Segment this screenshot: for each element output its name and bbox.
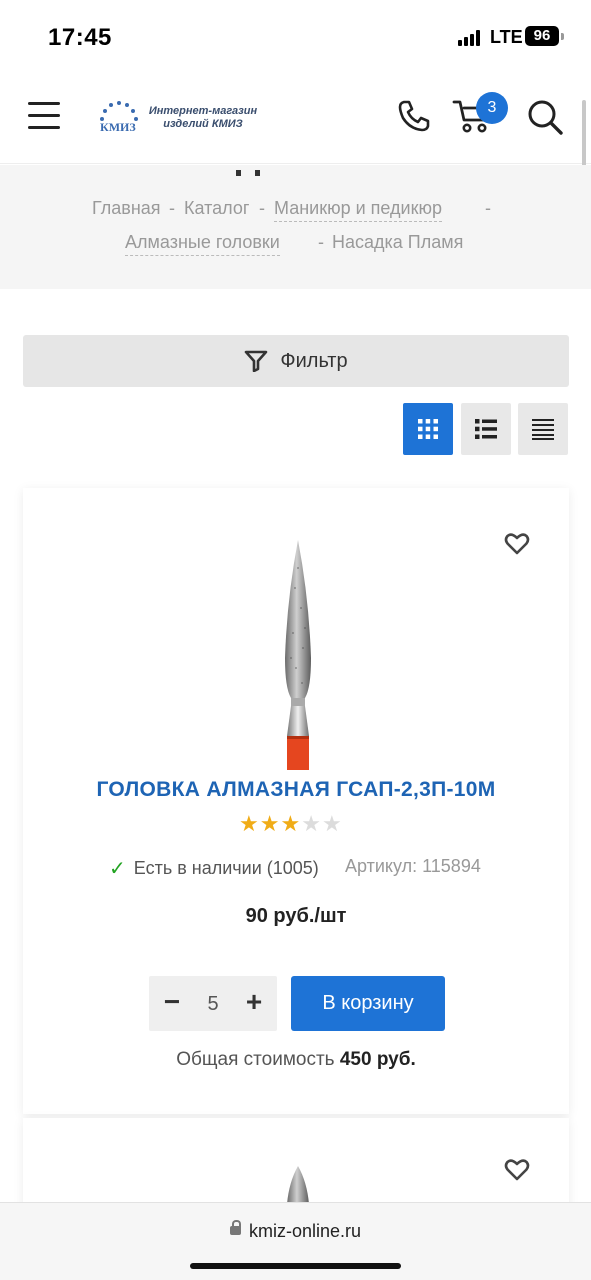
compact-view-icon — [532, 419, 554, 440]
search-icon[interactable] — [526, 98, 564, 136]
sku-text: Артикул: 115894 — [345, 856, 481, 876]
breadcrumb-separator: - — [169, 198, 175, 218]
breadcrumb-item-current: Насадка Пламя — [332, 232, 464, 252]
favorite-heart-icon[interactable] — [504, 1158, 530, 1182]
logo-abbr: КМИЗ — [100, 120, 136, 134]
list-view-icon — [475, 419, 497, 439]
status-bar: 17:45 LTE 96 — [0, 0, 591, 74]
star-icon: ★ — [280, 811, 301, 836]
quantity-increase-button[interactable]: + — [243, 988, 265, 1018]
product-card: ГОЛОВКА АЛМАЗНАЯ ГСАП-2,3П-10М ★ ★ ★ ★ ★… — [23, 488, 569, 1114]
add-to-cart-button[interactable]: В корзину — [291, 976, 445, 1031]
list-view-button[interactable] — [461, 403, 511, 455]
page-title-clipped — [236, 163, 276, 176]
filter-button[interactable]: Фильтр — [23, 335, 569, 387]
phone-icon[interactable] — [396, 98, 432, 134]
grid-view-button[interactable] — [403, 403, 453, 455]
rating-stars: ★ ★ ★ ★ ★ — [239, 813, 354, 835]
star-icon: ★ — [301, 811, 321, 836]
logo-emblem-icon: КМИЗ — [100, 101, 138, 134]
favorite-heart-icon[interactable] — [504, 532, 530, 556]
total-label: Общая стоимость — [176, 1049, 335, 1070]
star-icon: ★ — [259, 811, 280, 836]
cart-count-badge[interactable]: 3 — [476, 92, 508, 124]
breadcrumb: Главная - Каталог - Маникюр и педикюр - … — [0, 165, 591, 289]
quantity-value[interactable]: 5 — [193, 993, 233, 1016]
site-header: КМИЗ Интернет-магазин изделий КМИЗ 3 — [0, 74, 591, 164]
star-icon: ★ — [321, 811, 342, 836]
breadcrumb-separator: - — [259, 198, 265, 218]
quantity-stepper: − 5 + — [149, 976, 277, 1031]
breadcrumb-item-home[interactable]: Главная — [92, 198, 161, 219]
home-indicator[interactable] — [190, 1263, 401, 1269]
checkmark-icon: ✓ — [109, 858, 126, 880]
stock-status: ✓ Есть в наличии (1005) — [109, 856, 319, 881]
status-time: 17:45 — [48, 24, 112, 51]
menu-icon[interactable] — [28, 102, 60, 132]
breadcrumb-separator: - — [318, 232, 324, 252]
logo-text: Интернет-магазин изделий КМИЗ — [148, 105, 258, 131]
filter-icon — [245, 350, 268, 372]
grid-view-icon — [418, 419, 438, 439]
breadcrumb-separator: - — [485, 198, 491, 218]
product-title[interactable]: ГОЛОВКА АЛМАЗНАЯ ГСАП-2,3П-10М — [23, 778, 569, 802]
quantity-decrease-button[interactable]: − — [161, 988, 183, 1018]
total-value: 450 руб. — [339, 1049, 416, 1070]
address-bar[interactable]: kmiz-online.ru — [0, 1219, 591, 1242]
stock-text: Есть в наличии (1005) — [133, 858, 319, 878]
filter-label: Фильтр — [280, 349, 348, 372]
breadcrumb-item-diamond-heads[interactable]: Алмазные головки — [125, 232, 280, 256]
product-image[interactable] — [263, 538, 333, 770]
signal-icon — [458, 30, 482, 46]
battery-tip — [561, 33, 564, 40]
total-cost: Общая стоимость 450 руб. — [23, 1049, 569, 1071]
site-logo[interactable]: КМИЗ Интернет-магазин изделий КМИЗ — [96, 98, 258, 138]
product-price: 90 руб./шт — [245, 905, 347, 927]
battery-icon: 96 — [525, 26, 559, 46]
product-image[interactable] — [281, 1164, 315, 1204]
breadcrumb-item-manicure[interactable]: Маникюр и педикюр — [274, 198, 442, 222]
breadcrumb-item-catalog[interactable]: Каталог — [184, 198, 249, 219]
logo-text-line1: Интернет-магазин — [148, 105, 258, 117]
logo-text-line2: изделий КМИЗ — [163, 118, 243, 130]
star-icon: ★ — [239, 811, 259, 836]
network-label: LTE — [490, 27, 523, 47]
browser-bottom-bar: kmiz-online.ru — [0, 1202, 591, 1280]
compact-view-button[interactable] — [518, 403, 568, 455]
url-text: kmiz-online.ru — [248, 1221, 362, 1241]
lock-icon — [229, 1219, 241, 1235]
